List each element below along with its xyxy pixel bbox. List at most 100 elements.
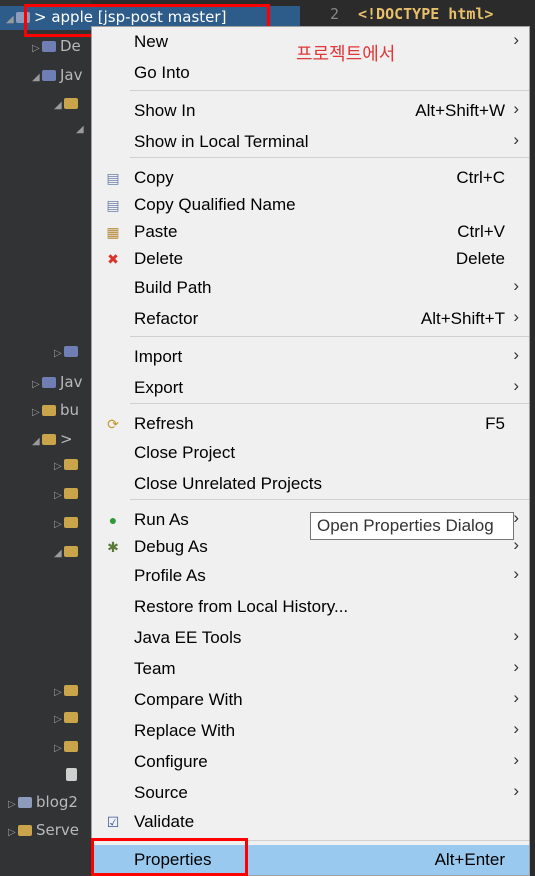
tree-item[interactable] <box>66 763 81 785</box>
chevron-right-icon[interactable]: ▷ <box>32 402 42 424</box>
menu-item-label: Go Into <box>134 63 190 82</box>
folder-icon <box>64 741 78 752</box>
menu-item-team[interactable]: Team › <box>92 656 529 682</box>
menu-item-label: Import <box>134 347 183 366</box>
menu-item-copy[interactable]: ▤ Copy Ctrl+C <box>92 165 529 191</box>
menu-item-close-project[interactable]: Close Project <box>92 440 529 466</box>
tree-item[interactable]: ▷ <box>54 679 82 701</box>
tree-item[interactable]: ▷ Jav <box>32 371 83 393</box>
project-icon <box>18 797 32 808</box>
chevron-right-icon[interactable]: ▷ <box>54 709 64 731</box>
menu-item-label: Configure <box>134 752 208 771</box>
chevron-right-icon[interactable]: ▷ <box>54 738 64 760</box>
tree-item[interactable]: ▷ <box>54 482 82 504</box>
submenu-arrow-icon: › <box>513 535 519 554</box>
menu-item-label: Copy Qualified Name <box>134 195 296 214</box>
chevron-right-icon[interactable]: ▷ <box>32 38 42 60</box>
tree-item[interactable]: ▷ blog2 <box>8 791 78 813</box>
menu-item-label: Export <box>134 378 184 397</box>
chevron-down-icon[interactable]: ◢ <box>32 431 42 453</box>
menu-item-import[interactable]: Import › <box>92 344 529 370</box>
file-icon <box>66 768 77 781</box>
menu-item-shortcut: Alt+Shift+T <box>420 309 505 328</box>
tree-item[interactable]: ▷ Serve <box>8 819 79 841</box>
tree-item-label: De <box>60 37 81 55</box>
menu-item-show-in[interactable]: Show In Alt+Shift+W › <box>92 98 529 124</box>
menu-separator <box>130 336 529 337</box>
menu-item-export[interactable]: Export › <box>92 375 529 401</box>
menu-item-close-unrelated-projects[interactable]: Close Unrelated Projects <box>92 471 529 497</box>
chevron-right-icon[interactable]: ▷ <box>8 794 18 816</box>
chevron-down-icon[interactable]: ◢ <box>32 67 42 89</box>
submenu-arrow-icon: › <box>513 276 519 295</box>
chevron-down-icon[interactable]: ◢ <box>54 95 64 117</box>
tree-item-label: Serve <box>36 821 80 839</box>
servers-folder-icon <box>18 825 32 836</box>
menu-item-shortcut: Alt+Enter <box>434 850 505 869</box>
chevron-down-icon[interactable]: ◢ <box>76 119 86 141</box>
chevron-right-icon[interactable]: ▷ <box>8 822 18 844</box>
tree-item[interactable]: ◢ <box>54 92 82 114</box>
folder-icon <box>64 488 78 499</box>
chevron-right-icon[interactable]: ▷ <box>54 456 64 478</box>
menu-item-label: Run As <box>134 510 189 529</box>
delete-icon: ✖ <box>107 251 119 267</box>
menu-item-label: Validate <box>134 812 195 831</box>
menu-item-shortcut: Ctrl+C <box>456 168 505 187</box>
tree-item[interactable]: ◢ Jav <box>32 64 83 86</box>
tree-item[interactable]: ▷ <box>54 453 82 475</box>
annotation-text: 프로젝트에서 <box>296 44 396 65</box>
tree-item-label: bu <box>60 401 80 419</box>
menu-item-label: Delete <box>134 249 184 268</box>
menu-item-validate[interactable]: ☑ Validate <box>92 809 529 835</box>
menu-item-copy-qualified-name[interactable]: ▤ Copy Qualified Name <box>92 192 529 218</box>
menu-item-label: Close Unrelated Projects <box>134 474 323 493</box>
tree-item[interactable]: ▷ <box>54 735 82 757</box>
submenu-arrow-icon: › <box>513 564 519 583</box>
menu-item-profile-as[interactable]: Profile As › <box>92 563 529 589</box>
project-explorer: ◢ > apple [jsp-post master] ▷ De ◢ Jav ◢ ◢ … <box>0 0 300 876</box>
tree-item[interactable]: ▷ <box>54 511 82 533</box>
tree-item[interactable]: ▷ <box>54 706 82 728</box>
chevron-right-icon[interactable]: ▷ <box>54 343 64 365</box>
tree-item[interactable]: ▷ <box>54 340 82 362</box>
tree-item[interactable]: ▷ De <box>32 35 81 57</box>
tree-item[interactable]: ◢ <box>76 116 86 138</box>
menu-item-delete[interactable]: ✖ Delete Delete <box>92 246 529 272</box>
menu-item-replace-with[interactable]: Replace With › <box>92 718 529 744</box>
folder-icon <box>64 712 78 723</box>
paste-icon: ▦ <box>106 224 120 240</box>
chevron-right-icon[interactable]: ▷ <box>54 682 64 704</box>
menu-separator <box>130 90 529 91</box>
highlight-box-properties <box>91 838 248 876</box>
menu-item-shortcut: Alt+Shift+W <box>415 101 505 120</box>
tree-item[interactable]: ◢ > <box>32 428 73 450</box>
chevron-right-icon[interactable]: ▷ <box>54 485 64 507</box>
submenu-arrow-icon: › <box>513 719 519 738</box>
menu-item-label: Show In <box>134 101 196 120</box>
menu-item-restore-from-local-history[interactable]: Restore from Local History... <box>92 594 529 620</box>
menu-item-label: Java EE Tools <box>134 628 242 647</box>
menu-item-label: Team <box>134 659 176 678</box>
menu-item-build-path[interactable]: Build Path › <box>92 275 529 301</box>
chevron-right-icon[interactable]: ▷ <box>32 374 42 396</box>
menu-item-source[interactable]: Source › <box>92 780 529 806</box>
chevron-down-icon[interactable]: ◢ <box>6 9 16 31</box>
menu-item-label: Close Project <box>134 443 236 462</box>
chevron-right-icon[interactable]: ▷ <box>54 514 64 536</box>
tree-item[interactable]: ▷ bu <box>32 399 79 421</box>
menu-item-paste[interactable]: ▦ Paste Ctrl+V <box>92 219 529 245</box>
menu-item-java-ee-tools[interactable]: Java EE Tools › <box>92 625 529 651</box>
menu-item-refresh[interactable]: ⟳ Refresh F5 <box>92 411 529 437</box>
tree-item[interactable]: ◢ <box>54 540 82 562</box>
tree-item-label: > <box>60 430 73 448</box>
chevron-down-icon[interactable]: ◢ <box>54 543 64 565</box>
menu-item-configure[interactable]: Configure › <box>92 749 529 775</box>
menu-item-shortcut: Ctrl+V <box>457 222 505 241</box>
menu-item-refactor[interactable]: Refactor Alt+Shift+T › <box>92 306 529 332</box>
java-resources-icon <box>42 70 56 81</box>
menu-item-compare-with[interactable]: Compare With › <box>92 687 529 713</box>
submenu-arrow-icon: › <box>513 657 519 676</box>
menu-item-show-in-local-terminal[interactable]: Show in Local Terminal › <box>92 129 529 155</box>
submenu-arrow-icon: › <box>513 688 519 707</box>
